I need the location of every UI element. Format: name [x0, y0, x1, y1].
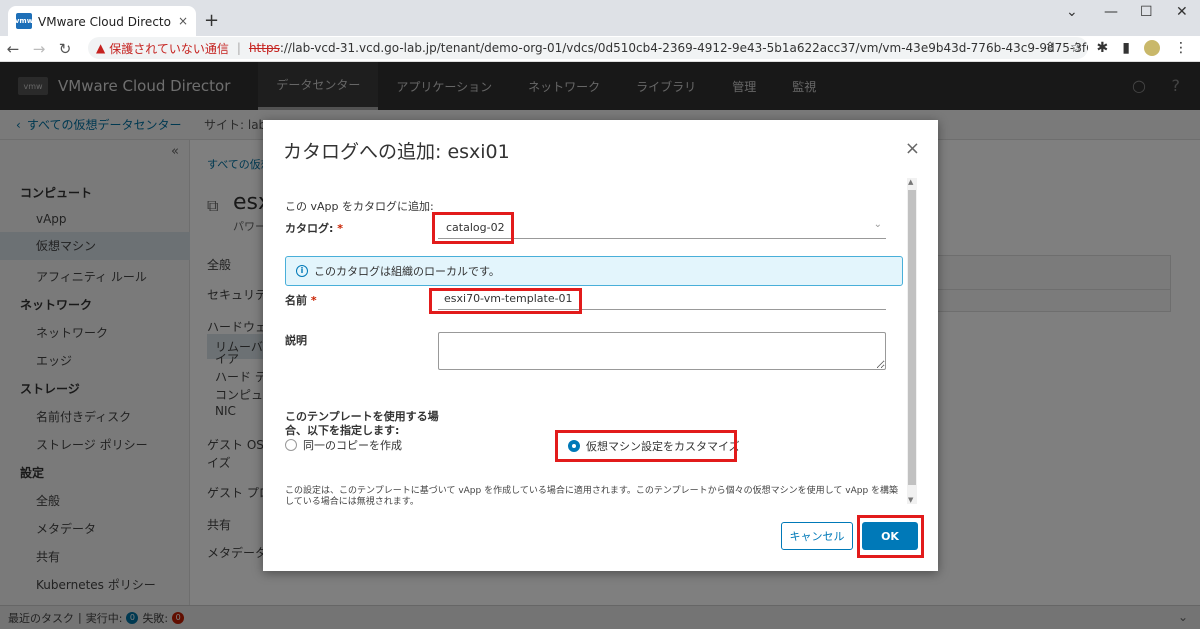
close-window-button[interactable]: ✕	[1176, 4, 1188, 20]
radio-unchecked[interactable]	[285, 439, 297, 451]
forward-arrow-icon[interactable]: →	[26, 40, 52, 58]
back-arrow-icon[interactable]: ←	[0, 40, 26, 58]
address-separator: |	[236, 41, 241, 55]
required-marker: *	[310, 294, 317, 307]
description-textarea[interactable]	[438, 332, 886, 370]
section-label: この vApp をカタログに追加:	[285, 200, 434, 213]
scroll-up-icon[interactable]: ▲	[908, 178, 913, 186]
browser-tab[interactable]: vmw VMware Cloud Director - 仮想マシ ×	[8, 6, 196, 36]
extensions-icon[interactable]: ✱	[1097, 40, 1109, 56]
warning-icon: ▲	[96, 41, 106, 55]
tab-title: VMware Cloud Director - 仮想マシ	[38, 14, 172, 29]
maximize-button[interactable]: ☐	[1140, 4, 1153, 20]
cancel-button[interactable]: キャンセル	[781, 522, 853, 550]
name-field-label: 名前 *	[285, 292, 317, 308]
catalog-label-text: カタログ:	[285, 222, 334, 235]
security-warning-text[interactable]: 保護されていない通信	[109, 40, 229, 57]
info-alert: i このカタログは組織のローカルです。	[285, 256, 903, 286]
option-identical-copy[interactable]: 同一のコピーを作成	[285, 437, 402, 453]
tab-close-icon[interactable]: ×	[178, 14, 188, 28]
profile-avatar[interactable]	[1144, 40, 1160, 56]
dialog-scrollbar[interactable]: ▲ ▼	[907, 178, 917, 504]
browser-nav-bar: ← → ↻ ▲ 保護されていない通信 | https ://lab-vcd-31…	[0, 36, 1200, 62]
scroll-down-icon[interactable]: ▼	[908, 496, 913, 504]
highlight-ok	[857, 515, 924, 558]
add-to-catalog-dialog: カタログへの追加: esxi01 × この vApp をカタログに追加: カタロ…	[263, 120, 938, 571]
highlight-customize	[555, 430, 737, 462]
new-tab-button[interactable]: +	[204, 10, 219, 31]
reload-icon[interactable]: ↻	[52, 40, 78, 58]
name-label-text: 名前	[285, 294, 307, 307]
info-icon: i	[296, 265, 308, 277]
required-marker: *	[337, 222, 344, 235]
share-icon[interactable]: ⇪	[1044, 40, 1056, 56]
scroll-thumb[interactable]	[908, 190, 916, 485]
bookmark-star-icon[interactable]: ☆	[1070, 40, 1083, 56]
description-label: 説明	[285, 334, 307, 347]
url-scheme: https	[248, 41, 280, 55]
highlight-catalog	[432, 212, 514, 244]
url-text: ://lab-vcd-31.vcd.go-lab.jp/tenant/demo-…	[279, 41, 1088, 55]
highlight-name	[429, 288, 582, 314]
dialog-title: カタログへの追加: esxi01	[283, 141, 510, 163]
vmware-favicon-icon: vmw	[15, 13, 33, 29]
address-bar[interactable]: ▲ 保護されていない通信 | https ://lab-vcd-31.vcd.g…	[88, 37, 1088, 59]
browser-tab-bar: vmw VMware Cloud Director - 仮想マシ × + ⌄ —…	[0, 0, 1200, 36]
chevron-down-icon: ⌄	[873, 219, 882, 230]
catalog-field-label: カタログ: *	[285, 220, 343, 236]
option-identical-label: 同一のコピーを作成	[303, 439, 402, 452]
close-icon[interactable]: ×	[905, 138, 920, 159]
menu-kebab-icon[interactable]: ⋮	[1174, 40, 1188, 56]
usage-label-line2: 合、以下を指定します:	[285, 424, 400, 437]
minimize-button[interactable]: —	[1104, 4, 1118, 20]
tab-search-icon[interactable]: ⌄	[1066, 4, 1078, 20]
browser-toolbar: ⇪ ☆ ✱ ▮ ⋮	[1044, 40, 1188, 56]
sidepanel-icon[interactable]: ▮	[1122, 40, 1130, 56]
info-text: このカタログは組織のローカルです。	[314, 265, 500, 278]
settings-footnote: この設定は、このテンプレートに基づいて vApp を作成している場合に適用されま…	[285, 486, 899, 507]
